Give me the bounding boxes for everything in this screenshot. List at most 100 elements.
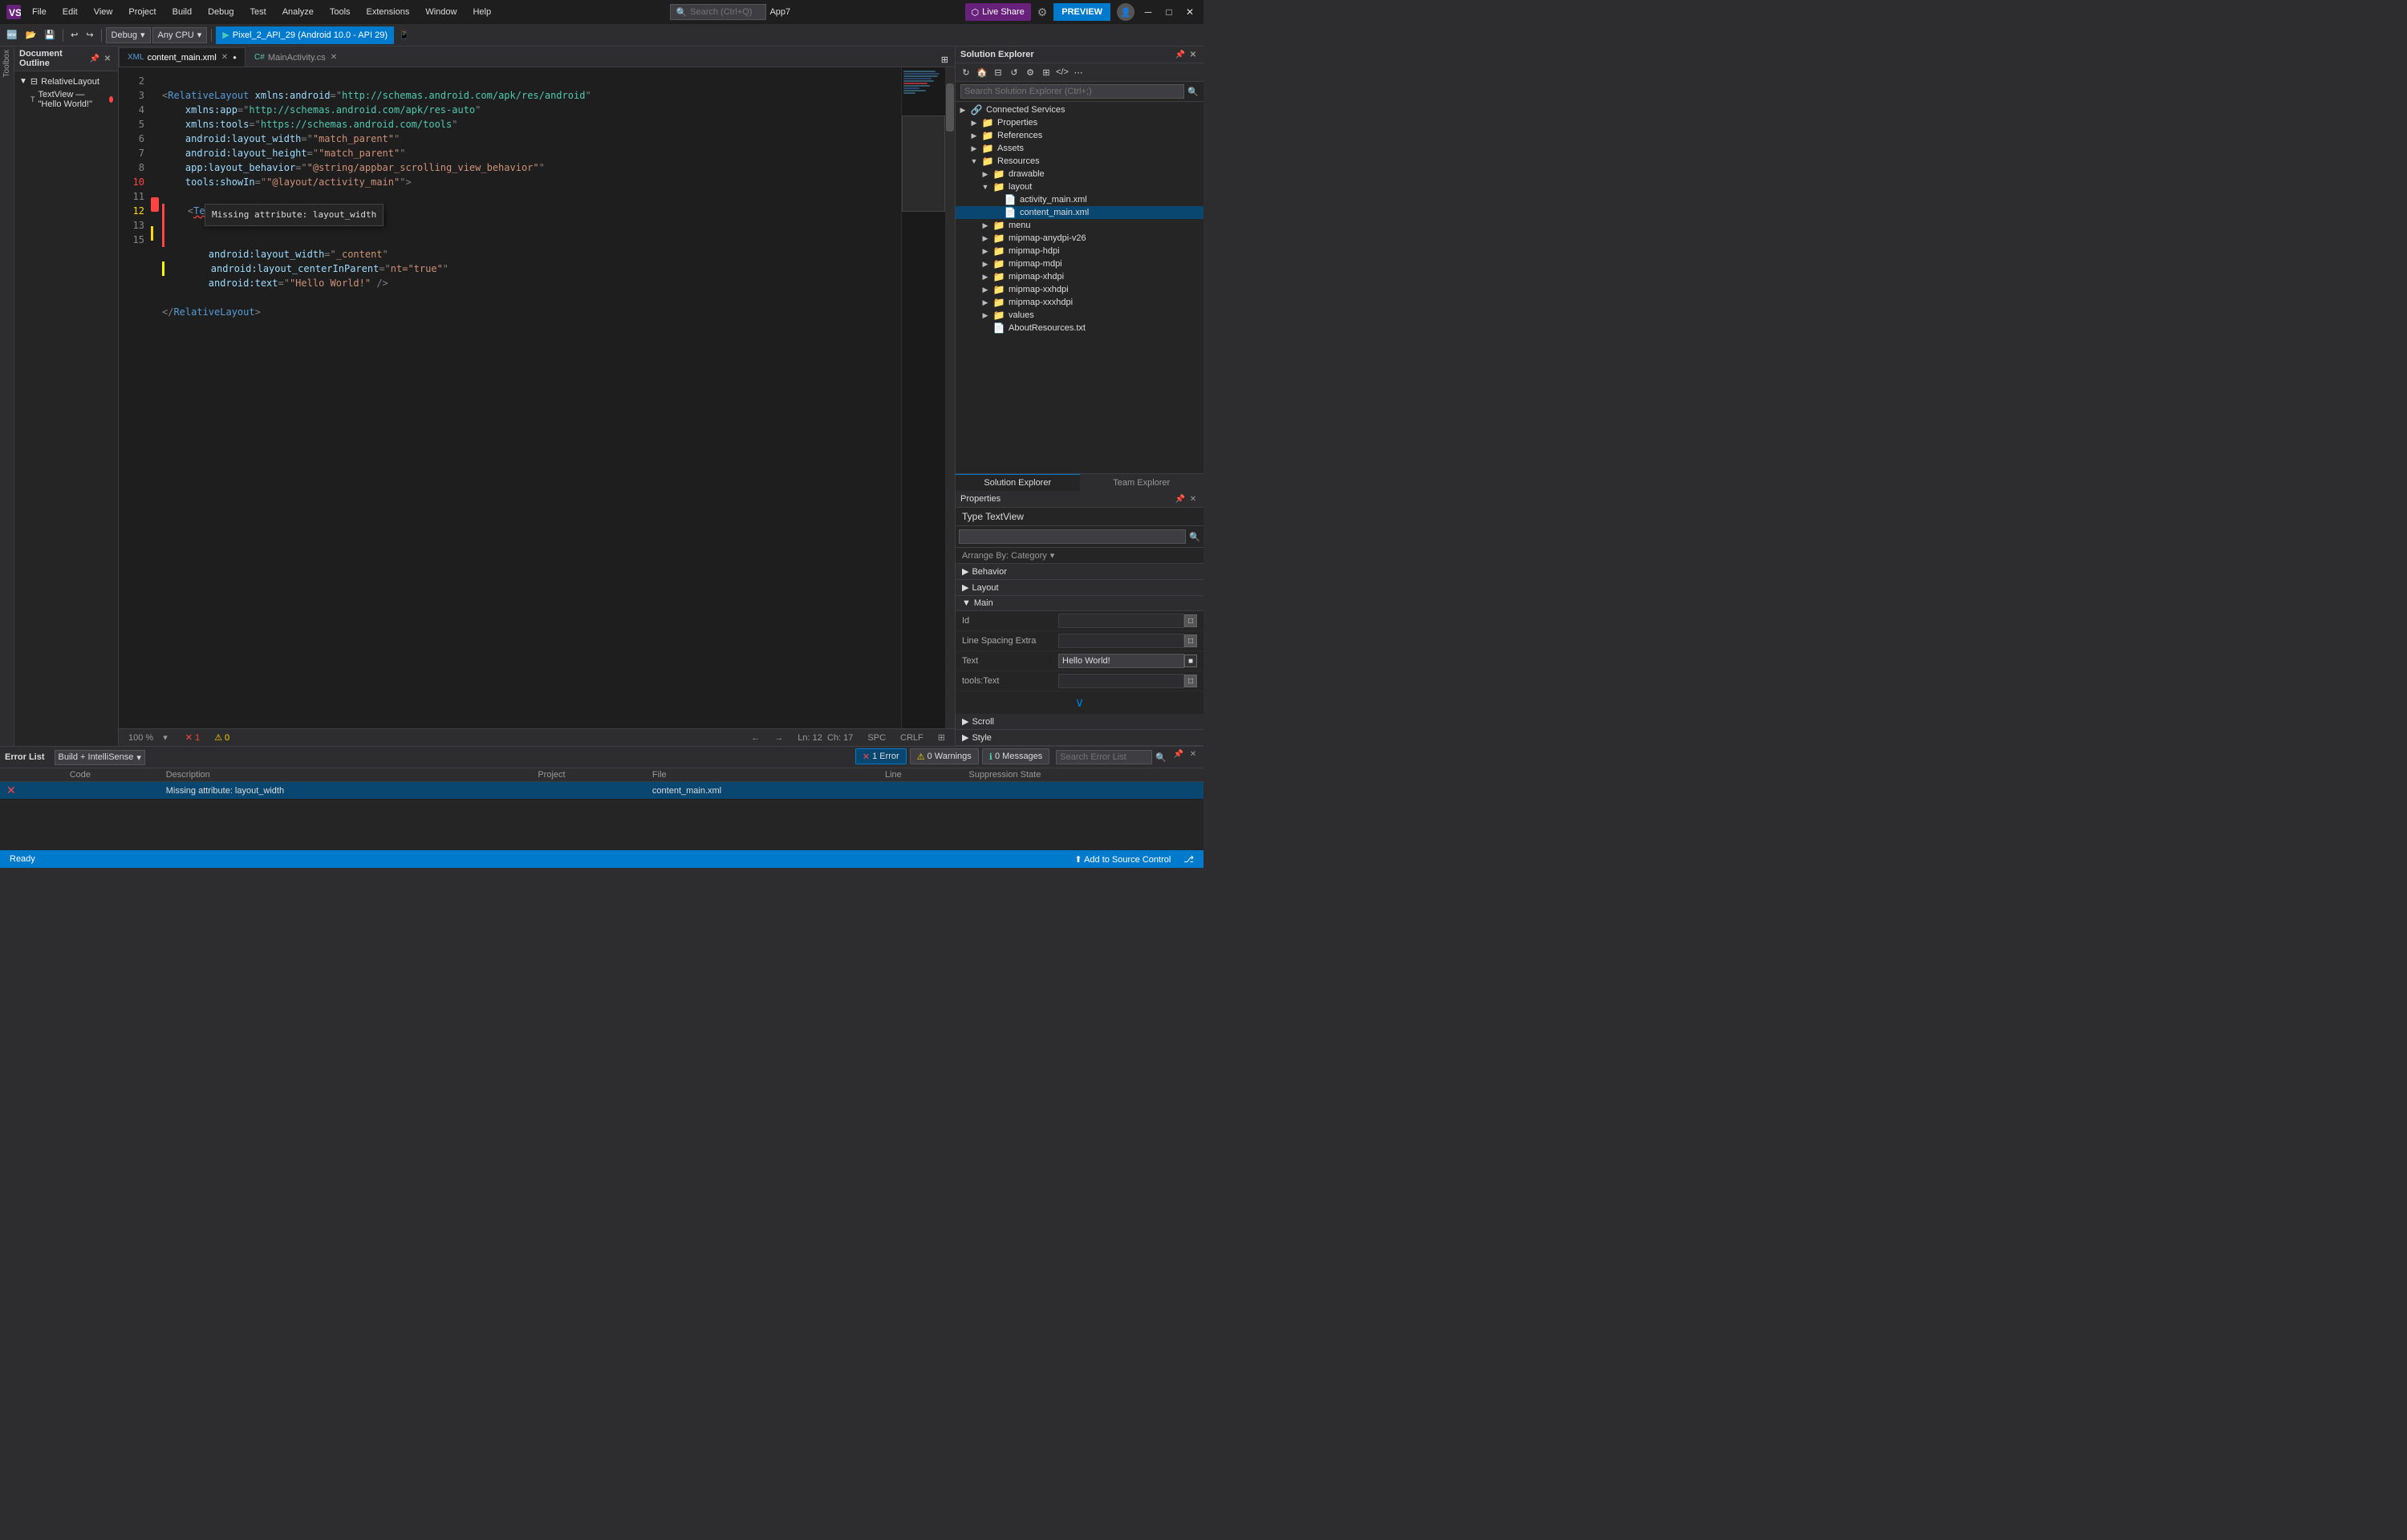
- toolbar-open[interactable]: 📂: [22, 28, 40, 42]
- editor-scrollbar-thumb[interactable]: [946, 83, 954, 132]
- sol-sync-icon[interactable]: ↻: [959, 65, 973, 79]
- code-editor[interactable]: <RelativeLayout xmlns:android="http://sc…: [159, 67, 901, 728]
- error-panel-close-icon[interactable]: ✕: [1187, 748, 1199, 760]
- sol-item-resources[interactable]: ▼ 📁 Resources: [956, 155, 1204, 168]
- prop-scroll-more[interactable]: ∨: [956, 691, 1204, 714]
- prop-section-scroll[interactable]: ▶ Scroll: [956, 714, 1204, 730]
- sol-item-mipmap-anydpi[interactable]: ▶ 📁 mipmap-anydpi-v26: [956, 232, 1204, 245]
- toolbar-device-btn[interactable]: 📱: [396, 28, 413, 42]
- platform-dropdown[interactable]: Any CPU ▾: [152, 27, 208, 43]
- col-header-line[interactable]: Line: [879, 768, 962, 782]
- menu-tools[interactable]: Tools: [325, 6, 355, 18]
- toolbar-undo[interactable]: ↩: [67, 28, 81, 42]
- sol-tab-team-explorer[interactable]: Team Explorer: [1080, 474, 1204, 491]
- settings-icon[interactable]: ⚙: [1037, 6, 1048, 19]
- sol-code-icon[interactable]: </>: [1055, 65, 1070, 79]
- menu-help[interactable]: Help: [468, 6, 496, 18]
- sol-item-connected-services[interactable]: ▶ 🔗 Connected Services: [956, 103, 1204, 116]
- outline-pin-icon[interactable]: 📌: [89, 53, 100, 64]
- prop-text-value[interactable]: [1058, 654, 1184, 668]
- error-table-row[interactable]: ✕ Missing attribute: layout_width conten…: [0, 782, 1204, 800]
- tab-mainactivity[interactable]: C# MainActivity.cs ✕: [246, 47, 347, 67]
- sol-item-activity-main[interactable]: 📄 activity_main.xml: [956, 193, 1204, 206]
- global-search-input[interactable]: [690, 7, 762, 17]
- sol-item-mipmap-xxxhdpi[interactable]: ▶ 📁 mipmap-xxxhdpi: [956, 296, 1204, 309]
- col-header-description[interactable]: Description: [160, 768, 532, 782]
- minimize-button[interactable]: ─: [1141, 5, 1155, 19]
- error-count-badge[interactable]: ✕ 1: [182, 732, 203, 743]
- sol-home-icon[interactable]: 🏠: [975, 65, 989, 79]
- nav-forward-icon[interactable]: →: [771, 733, 786, 743]
- toolbar-redo[interactable]: ↪: [83, 28, 96, 42]
- line-ending-status[interactable]: CRLF: [897, 733, 927, 743]
- sol-git-icon[interactable]: ⊞: [1039, 65, 1053, 79]
- sol-tab-solution-explorer[interactable]: Solution Explorer: [956, 474, 1080, 491]
- sol-item-values[interactable]: ▶ 📁 values: [956, 309, 1204, 322]
- debug-config-dropdown[interactable]: Debug ▾: [106, 27, 151, 43]
- live-share-button[interactable]: ⬡ Live Share: [965, 3, 1031, 21]
- sol-item-properties[interactable]: ▶ 📁 Properties: [956, 116, 1204, 129]
- menu-test[interactable]: Test: [246, 6, 271, 18]
- prop-section-layout[interactable]: ▶ Layout: [956, 580, 1204, 596]
- global-search-box[interactable]: 🔍: [670, 4, 766, 20]
- sol-item-assets[interactable]: ▶ 📁 Assets: [956, 142, 1204, 155]
- prop-line-spacing-value[interactable]: [1058, 634, 1184, 648]
- warning-count-badge[interactable]: ⚠ 0: [211, 732, 233, 743]
- prop-arrange-area[interactable]: Arrange By: Category ▾: [956, 548, 1204, 564]
- menu-project[interactable]: Project: [124, 6, 160, 18]
- error-filter-messages[interactable]: ℹ 0 Messages: [982, 748, 1050, 764]
- menu-debug[interactable]: Debug: [203, 6, 238, 18]
- maximize-button[interactable]: □: [1162, 5, 1176, 19]
- encoding-status[interactable]: SPC: [864, 733, 889, 743]
- sol-item-mipmap-hdpi[interactable]: ▶ 📁 mipmap-hdpi: [956, 245, 1204, 257]
- prop-tools-text-value[interactable]: [1058, 674, 1184, 688]
- sol-item-mipmap-mdpi[interactable]: ▶ 📁 mipmap-mdpi: [956, 257, 1204, 270]
- prop-close-icon[interactable]: ✕: [1187, 493, 1199, 505]
- menu-view[interactable]: View: [89, 6, 118, 18]
- error-source-dropdown[interactable]: Build + IntelliSense ▾: [55, 750, 145, 765]
- status-add-to-source[interactable]: ⬆ Add to Source Control: [1071, 854, 1174, 865]
- sol-item-about-resources[interactable]: 📄 AboutResources.txt: [956, 322, 1204, 334]
- prop-section-behavior[interactable]: ▶ Behavior: [956, 564, 1204, 580]
- menu-analyze[interactable]: Analyze: [278, 6, 319, 18]
- close-button[interactable]: ✕: [1183, 5, 1197, 19]
- col-header-project[interactable]: Project: [531, 768, 646, 782]
- prop-section-style[interactable]: ▶ Style: [956, 730, 1204, 746]
- prop-text-btn[interactable]: ■: [1184, 654, 1197, 667]
- tab-content-main-xml[interactable]: XML content_main.xml ✕: [119, 47, 246, 67]
- menu-edit[interactable]: Edit: [58, 6, 83, 18]
- toolbar-save[interactable]: 💾: [41, 28, 59, 42]
- sol-filter-icon[interactable]: ⊟: [991, 65, 1005, 79]
- solution-search-input[interactable]: [960, 84, 1184, 99]
- prop-section-main[interactable]: ▼ Main: [956, 596, 1204, 611]
- preview-button[interactable]: PREVIEW: [1053, 3, 1110, 21]
- prop-pin-icon[interactable]: 📌: [1175, 493, 1186, 505]
- status-git-icon[interactable]: ⎇: [1180, 854, 1197, 865]
- menu-window[interactable]: Window: [420, 6, 461, 18]
- error-search-input[interactable]: [1056, 750, 1152, 764]
- sol-more-icon[interactable]: ⋯: [1071, 65, 1086, 79]
- sol-item-layout[interactable]: ▼ 📁 layout: [956, 180, 1204, 193]
- nav-back-icon[interactable]: ←: [748, 733, 763, 743]
- sol-item-menu[interactable]: ▶ 📁 menu: [956, 219, 1204, 232]
- editor-scrollbar[interactable]: [945, 67, 955, 728]
- col-header-file[interactable]: File: [646, 768, 879, 782]
- menu-build[interactable]: Build: [168, 6, 197, 18]
- outline-textview-item[interactable]: T TextView — "Hello World!": [18, 88, 115, 111]
- menu-extensions[interactable]: Extensions: [362, 6, 415, 18]
- sol-item-mipmap-xhdpi[interactable]: ▶ 📁 mipmap-xhdpi: [956, 270, 1204, 283]
- sol-item-references[interactable]: ▶ 📁 References: [956, 129, 1204, 142]
- toolbox-sidebar[interactable]: Toolbox: [0, 47, 14, 746]
- error-filter-warnings[interactable]: ⚠ 0 Warnings: [910, 748, 979, 764]
- menu-file[interactable]: File: [27, 6, 51, 18]
- sol-item-content-main[interactable]: 📄 content_main.xml: [956, 206, 1204, 219]
- tab-bar-expand-btn[interactable]: ⊞: [938, 53, 952, 67]
- col-header-suppression[interactable]: Suppression State: [962, 768, 1204, 782]
- sol-pin-icon[interactable]: 📌: [1175, 49, 1186, 60]
- sol-item-mipmap-xxhdpi[interactable]: ▶ 📁 mipmap-xxhdpi: [956, 283, 1204, 296]
- avatar[interactable]: 👤: [1117, 3, 1134, 21]
- minimap-slider[interactable]: [902, 116, 945, 212]
- prop-id-value[interactable]: [1058, 614, 1184, 628]
- sol-item-drawable[interactable]: ▶ 📁 drawable: [956, 168, 1204, 180]
- expand-editor-icon[interactable]: ⊞: [935, 732, 948, 743]
